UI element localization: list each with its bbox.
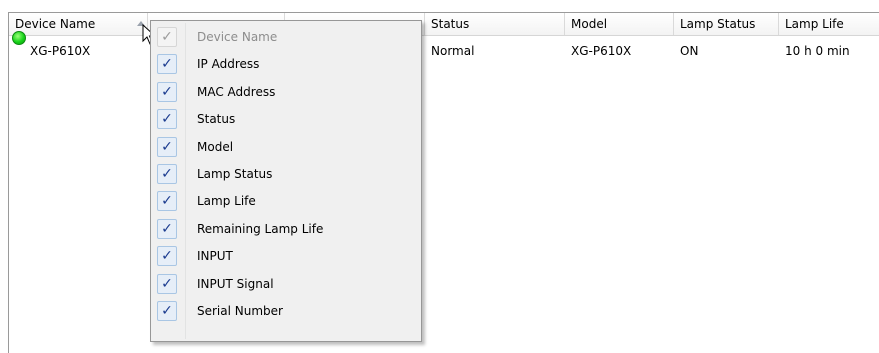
checkmark-icon: ✓ <box>157 27 177 47</box>
device-name-cell: XG-P610X <box>30 44 91 58</box>
menu-item-label: Model <box>197 139 234 154</box>
menu-item-status[interactable]: ✓ Status <box>153 107 419 131</box>
menu-item-ip-address[interactable]: ✓ IP Address <box>153 52 419 76</box>
menu-item-input[interactable]: ✓ INPUT <box>153 244 419 268</box>
column-header-label: Lamp Life <box>785 17 844 31</box>
checkmark-icon: ✓ <box>157 54 177 75</box>
status-cell: Normal <box>431 44 475 58</box>
checkmark-icon: ✓ <box>157 164 177 184</box>
lamp-status-cell: ON <box>680 44 699 58</box>
menu-item-label: Remaining Lamp Life <box>197 221 324 236</box>
checkmark-icon: ✓ <box>157 218 177 239</box>
column-header-device-name[interactable]: Device Name <box>9 13 148 35</box>
checkmark-icon: ✓ <box>157 246 177 267</box>
table-row[interactable]: XG-P610X Normal XG-P610X ON 10 h 0 min <box>9 41 879 61</box>
menu-item-model[interactable]: ✓ Model <box>153 135 419 159</box>
column-header-bar: Device Name Status Model Lamp Status Lam… <box>9 13 879 36</box>
menu-item-lamp-life[interactable]: ✓ Lamp Life <box>153 189 419 213</box>
menu-item-label: Status <box>197 112 236 127</box>
menu-item-serial-number[interactable]: ✓ Serial Number <box>153 299 419 323</box>
checkmark-icon: ✓ <box>157 136 177 157</box>
model-cell: XG-P610X <box>571 44 632 58</box>
menu-item-label: INPUT Signal <box>197 276 274 291</box>
menu-item-label: Lamp Life <box>197 194 256 209</box>
column-header-label: Model <box>571 17 608 31</box>
column-header-label: Device Name <box>15 17 96 31</box>
checkmark-icon: ✓ <box>157 301 177 321</box>
column-header-status[interactable]: Status <box>425 13 565 35</box>
menu-item-remaining-lamp-life[interactable]: ✓ Remaining Lamp Life <box>153 217 419 241</box>
checkmark-icon: ✓ <box>157 81 177 102</box>
menu-item-label: Serial Number <box>197 304 283 318</box>
device-list-view[interactable]: Device Name Status Model Lamp Status Lam… <box>8 12 879 353</box>
column-chooser-menu: ✓ Device Name ✓ IP Address ✓ MAC Address ✓ Stat… <box>150 20 422 342</box>
menu-item-device-name: ✓ Device Name <box>153 25 419 49</box>
column-header-label: Lamp Status <box>680 17 756 31</box>
column-header-lamp-life[interactable]: Lamp Life <box>779 13 879 35</box>
lamp-life-cell: 10 h 0 min <box>785 44 850 58</box>
menu-item-label: Lamp Status <box>197 167 273 181</box>
checkmark-icon: ✓ <box>157 109 177 130</box>
column-header-label: Status <box>431 17 470 31</box>
menu-item-label: INPUT <box>197 249 233 264</box>
column-header-model[interactable]: Model <box>565 13 674 35</box>
menu-item-label: MAC Address <box>197 84 276 99</box>
menu-item-label: Device Name <box>197 30 278 44</box>
column-header-lamp-status[interactable]: Lamp Status <box>674 13 779 35</box>
checkmark-icon: ✓ <box>157 273 177 294</box>
status-indicator-icon <box>12 31 26 45</box>
menu-item-lamp-status[interactable]: ✓ Lamp Status <box>153 162 419 186</box>
checkmark-icon: ✓ <box>157 191 177 212</box>
menu-item-mac-address[interactable]: ✓ MAC Address <box>153 80 419 104</box>
menu-item-label: IP Address <box>197 57 260 72</box>
menu-item-input-signal[interactable]: ✓ INPUT Signal <box>153 272 419 296</box>
